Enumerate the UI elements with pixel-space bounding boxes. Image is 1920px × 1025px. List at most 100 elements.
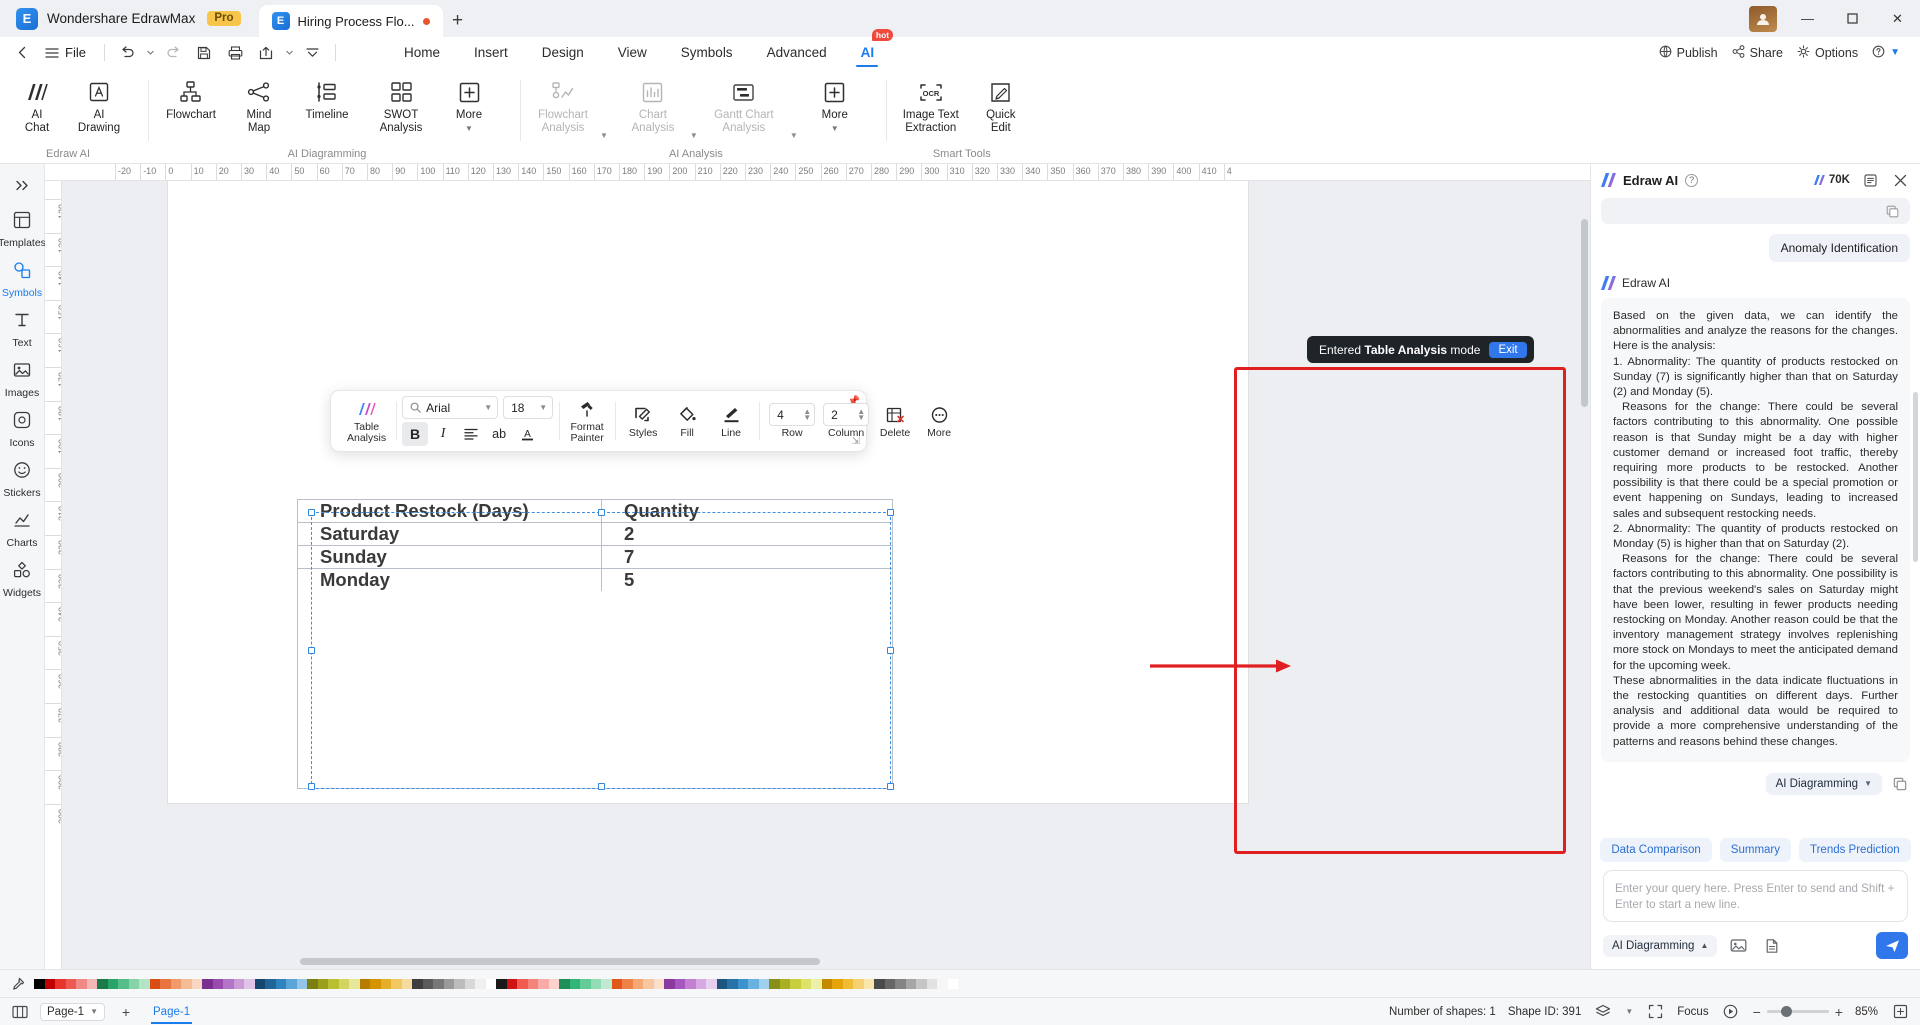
presentation-icon[interactable] xyxy=(1721,1002,1741,1022)
color-swatch[interactable] xyxy=(265,978,276,989)
active-page-label[interactable]: Page-1 xyxy=(147,1006,196,1024)
document-tab[interactable]: E Hiring Process Flo... xyxy=(258,5,443,37)
ribbon-ai-drawing-button[interactable]: AI Drawing xyxy=(68,76,130,137)
color-swatch[interactable] xyxy=(706,978,717,989)
copy-icon[interactable] xyxy=(1882,201,1902,221)
tab-home[interactable]: Home xyxy=(388,37,456,68)
color-swatch[interactable] xyxy=(76,978,87,989)
focus-label[interactable]: Focus xyxy=(1677,1006,1708,1018)
column-stepper[interactable]: 2 ▲ ▼ Column xyxy=(819,396,873,446)
fill-button[interactable]: Fill xyxy=(665,396,709,446)
share-button[interactable]: Share xyxy=(1732,44,1783,61)
brand-tab[interactable]: E Wondershare EdrawMax Pro xyxy=(0,0,255,37)
suggestion-trends-prediction[interactable]: Trends Prediction xyxy=(1799,838,1911,862)
tab-view[interactable]: View xyxy=(602,37,663,68)
color-swatch[interactable] xyxy=(716,978,727,989)
minimize-button[interactable]: — xyxy=(1785,0,1830,37)
sidebar-item-text[interactable]: Text xyxy=(1,304,43,354)
sidebar-item-stickers[interactable]: Stickers xyxy=(1,454,43,504)
expand-panel-icon[interactable] xyxy=(5,170,39,200)
ribbon-chart-analysis-button[interactable]: Chart Analysis xyxy=(616,76,690,137)
response-mode-select[interactable]: AI Diagramming ▼ xyxy=(1765,772,1882,795)
color-swatch[interactable] xyxy=(622,978,633,989)
flowchart-analysis-dropdown-icon[interactable]: ▼ xyxy=(600,131,608,148)
color-swatch[interactable] xyxy=(65,978,76,989)
options-button[interactable]: Options xyxy=(1797,44,1858,61)
sidebar-item-widgets[interactable]: Widgets xyxy=(1,554,43,604)
color-swatch[interactable] xyxy=(485,978,496,989)
page-tab[interactable]: Page-1 ▼ xyxy=(40,1002,106,1021)
ribbon-flowchart-button[interactable]: Flowchart xyxy=(154,76,228,125)
color-swatch[interactable] xyxy=(863,978,874,989)
color-swatch[interactable] xyxy=(832,978,843,989)
color-swatch[interactable] xyxy=(748,978,759,989)
table-cell[interactable]: 5 xyxy=(602,569,892,591)
color-swatch[interactable] xyxy=(664,978,675,989)
tab-ai[interactable]: AI hot xyxy=(845,29,894,68)
attach-image-icon[interactable] xyxy=(1725,934,1751,958)
undo-dropdown-icon[interactable] xyxy=(144,40,157,66)
suggestion-data-comparison[interactable]: Data Comparison xyxy=(1600,838,1712,862)
ribbon-mind-map-button[interactable]: Mind Map xyxy=(228,76,290,137)
color-swatch[interactable] xyxy=(97,978,108,989)
history-icon[interactable] xyxy=(1860,170,1880,190)
sidebar-item-images[interactable]: Images xyxy=(1,354,43,404)
font-family-select[interactable]: Arial ▼ xyxy=(402,396,499,419)
token-counter[interactable]: 70K xyxy=(1813,174,1850,186)
color-swatch[interactable] xyxy=(233,978,244,989)
chevron-down-icon[interactable]: ▼ xyxy=(465,124,473,132)
color-swatch[interactable] xyxy=(296,978,307,989)
fit-page-icon[interactable] xyxy=(1890,1002,1910,1022)
help-icon[interactable]: ? xyxy=(1685,173,1699,187)
color-swatch[interactable] xyxy=(842,978,853,989)
eyedropper-icon[interactable] xyxy=(8,974,28,994)
gantt-chart-analysis-dropdown-icon[interactable]: ▼ xyxy=(790,131,798,148)
color-swatch[interactable] xyxy=(328,978,339,989)
color-swatch[interactable] xyxy=(853,978,864,989)
color-swatch[interactable] xyxy=(349,978,360,989)
sidebar-item-symbols[interactable]: Symbols xyxy=(1,254,43,304)
color-swatch[interactable] xyxy=(926,978,937,989)
color-swatch[interactable] xyxy=(800,978,811,989)
send-button[interactable] xyxy=(1876,932,1908,959)
ribbon-swot-analysis-button[interactable]: SWOT Analysis xyxy=(364,76,438,137)
maximize-button[interactable] xyxy=(1830,0,1875,37)
color-swatch[interactable] xyxy=(580,978,591,989)
delete-button[interactable]: Delete xyxy=(873,396,917,446)
color-swatch[interactable] xyxy=(559,978,570,989)
tab-advanced[interactable]: Advanced xyxy=(751,37,843,68)
table-cell[interactable]: Saturday xyxy=(298,523,602,545)
sidebar-item-icons[interactable]: Icons xyxy=(1,404,43,454)
copy-icon[interactable] xyxy=(1890,774,1910,794)
color-swatch[interactable] xyxy=(758,978,769,989)
color-swatch[interactable] xyxy=(590,978,601,989)
zoom-knob[interactable] xyxy=(1780,1006,1792,1017)
color-swatch[interactable] xyxy=(391,978,402,989)
chevron-down-icon[interactable]: ▼ xyxy=(90,1007,98,1016)
column-spinner-arrows[interactable]: ▲ ▼ xyxy=(857,407,865,421)
color-swatch[interactable] xyxy=(632,978,643,989)
color-swatch[interactable] xyxy=(874,978,885,989)
color-swatch[interactable] xyxy=(895,978,906,989)
color-swatch[interactable] xyxy=(170,978,181,989)
table-analysis-button[interactable]: Table Analysis xyxy=(343,396,390,446)
table-cell[interactable]: Monday xyxy=(298,569,602,591)
print-icon[interactable] xyxy=(221,40,250,66)
color-swatch[interactable] xyxy=(685,978,696,989)
chevron-down-icon[interactable]: ▼ xyxy=(831,124,839,132)
new-tab-button[interactable]: + xyxy=(443,5,473,37)
color-swatch[interactable] xyxy=(149,978,160,989)
canvas-scroll-region[interactable]: Product Restock (Days) Quantity Saturday 2 S… xyxy=(62,181,1590,969)
tab-insert[interactable]: Insert xyxy=(458,37,524,68)
table-shape[interactable]: Product Restock (Days) Quantity Saturday 2 S… xyxy=(297,499,893,789)
export-icon[interactable] xyxy=(252,40,281,66)
color-swatch[interactable] xyxy=(937,978,948,989)
canvas-horizontal-scrollbar[interactable] xyxy=(300,958,820,965)
color-swatch[interactable] xyxy=(727,978,738,989)
row-count-field[interactable]: 4 ▲ ▼ xyxy=(769,403,816,426)
attach-file-icon[interactable] xyxy=(1759,934,1785,958)
styles-button[interactable]: Styles xyxy=(621,396,665,446)
color-swatch[interactable] xyxy=(433,978,444,989)
selection-handle[interactable] xyxy=(598,783,605,790)
color-swatch[interactable] xyxy=(811,978,822,989)
